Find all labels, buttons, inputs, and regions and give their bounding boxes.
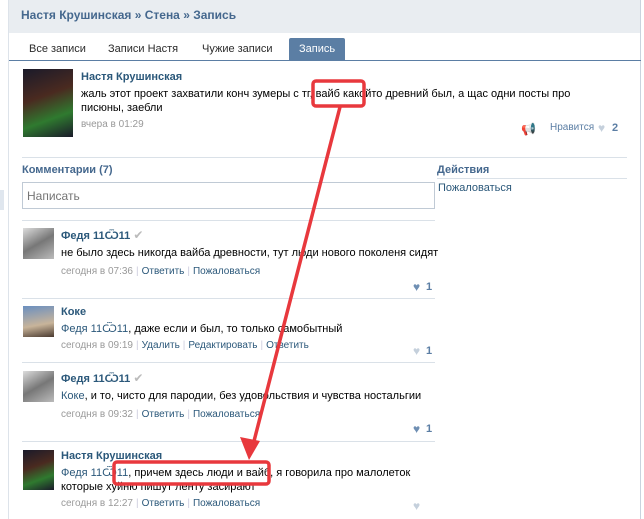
highlight-box-post [311, 79, 366, 108]
annotation-arrow-line [251, 106, 342, 446]
annotation-overlay [112, 79, 366, 486]
highlight-box-comment [112, 460, 271, 486]
annotation-arrow-head [240, 437, 260, 460]
